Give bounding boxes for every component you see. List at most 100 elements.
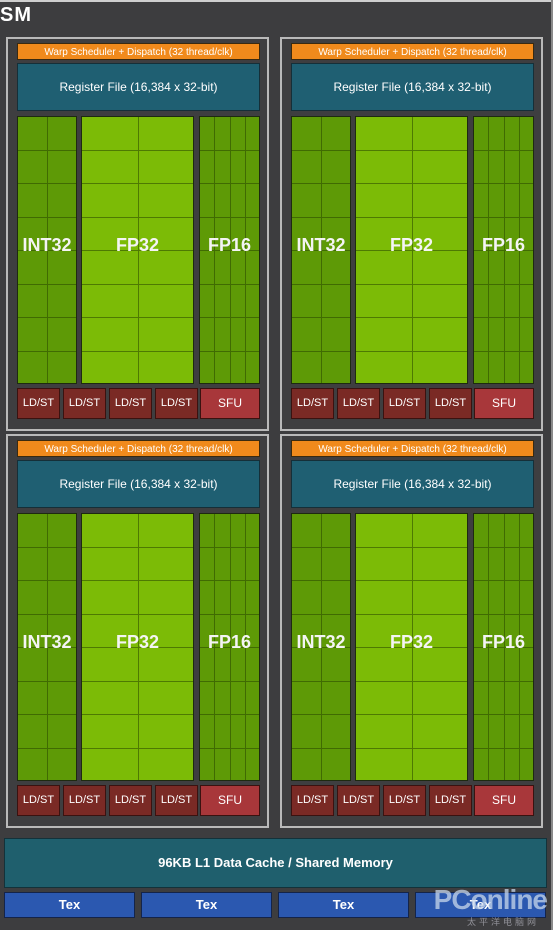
- fp16-label: FP16: [481, 632, 526, 652]
- core-cell: [215, 547, 231, 581]
- core-cell: [215, 184, 231, 218]
- core-cell: [504, 184, 520, 218]
- sfu-unit: SFU: [474, 785, 534, 816]
- int32-label: INT32: [296, 632, 346, 652]
- core-cell: [215, 150, 231, 184]
- core-cell: [215, 581, 231, 615]
- fp16-units: FP16: [473, 513, 534, 781]
- sfu-unit: SFU: [200, 388, 260, 419]
- core-cell: [356, 117, 413, 151]
- core-cell: [322, 514, 350, 548]
- core-cell: [322, 715, 350, 749]
- core-cell: [245, 285, 259, 318]
- core-cell: [82, 648, 139, 682]
- core-cell: [48, 715, 76, 749]
- core-cell: [489, 150, 505, 184]
- core-cell: [504, 117, 520, 151]
- core-cell: [505, 748, 520, 780]
- ldst-unit: LD/ST: [155, 785, 198, 816]
- core-cell: [230, 150, 246, 184]
- core-cell: [489, 581, 505, 615]
- core-cell: [246, 749, 259, 781]
- core-cell: [504, 284, 520, 318]
- core-cell: [412, 648, 467, 682]
- core-cell: [82, 581, 139, 615]
- core-cell: [48, 514, 76, 548]
- core-cell: [412, 581, 467, 615]
- core-cell: [519, 514, 533, 548]
- register-file: Register File (16,384 x 32-bit): [17, 63, 260, 111]
- core-cell: [519, 581, 533, 615]
- int32-label: INT32: [296, 235, 346, 255]
- fp32-units: FP32: [81, 116, 194, 384]
- core-cell: [48, 648, 76, 682]
- core-cell: [356, 581, 413, 615]
- core-cell: [356, 648, 413, 682]
- core-cell: [139, 352, 194, 384]
- core-cell: [519, 184, 533, 218]
- core-cell: [48, 581, 76, 615]
- core-cell: [489, 284, 505, 318]
- core-cell: [48, 184, 76, 218]
- core-cell: [138, 514, 193, 548]
- core-cell: [48, 151, 76, 184]
- core-cell: [505, 351, 520, 383]
- core-cell: [138, 117, 193, 151]
- core-cell: [504, 648, 520, 682]
- ldst-unit: LD/ST: [17, 388, 60, 419]
- core-cell: [82, 351, 139, 383]
- core-cell: [48, 285, 76, 318]
- core-cell: [230, 648, 246, 682]
- sfu-unit: SFU: [200, 785, 260, 816]
- ldst-unit: LD/ST: [291, 388, 334, 419]
- core-cell: [215, 117, 231, 151]
- ldst-unit: LD/ST: [109, 388, 152, 419]
- core-cell: [245, 117, 259, 151]
- processing-block: Warp Scheduler + Dispatch (32 thread/clk…: [6, 434, 269, 828]
- core-cell: [230, 284, 246, 318]
- core-cell: [230, 117, 246, 151]
- core-cell: [474, 251, 490, 285]
- core-cell: [489, 184, 505, 218]
- core-cell: [215, 514, 231, 548]
- core-cell: [200, 318, 216, 352]
- core-cell: [82, 150, 139, 184]
- core-cell: [230, 547, 246, 581]
- core-cell: [322, 682, 350, 715]
- core-cell: [200, 351, 216, 383]
- core-cell: [245, 581, 259, 615]
- core-cell: [292, 681, 322, 715]
- ldst-unit: LD/ST: [383, 785, 426, 816]
- core-cell: [138, 648, 193, 682]
- core-cell: [292, 318, 322, 352]
- core-cell: [519, 648, 533, 682]
- core-cell: [82, 117, 139, 151]
- fp32-label: FP32: [115, 632, 160, 652]
- core-cell: [519, 251, 533, 285]
- core-cell: [18, 681, 48, 715]
- ldst-unit: LD/ST: [383, 388, 426, 419]
- core-cell: [292, 184, 322, 218]
- core-cell: [82, 748, 139, 780]
- core-cell: [322, 581, 350, 615]
- core-cell: [200, 648, 216, 682]
- processing-block: Warp Scheduler + Dispatch (32 thread/clk…: [280, 434, 543, 828]
- core-cell: [474, 150, 490, 184]
- core-cell: [520, 749, 533, 781]
- core-cell: [231, 351, 246, 383]
- core-cell: [504, 715, 520, 749]
- core-cell: [230, 681, 246, 715]
- core-cell: [82, 547, 139, 581]
- int32-label: INT32: [22, 235, 72, 255]
- core-cell: [230, 318, 246, 352]
- core-cell: [82, 681, 139, 715]
- core-cell: [82, 715, 139, 749]
- core-cell: [489, 648, 505, 682]
- core-cell: [412, 514, 467, 548]
- core-cell: [474, 581, 490, 615]
- core-cell: [200, 150, 216, 184]
- watermark-subtitle: 太平洋电脑网: [466, 917, 539, 927]
- core-cell: [82, 251, 139, 285]
- int32-units: INT32: [17, 116, 77, 384]
- core-cell: [139, 749, 194, 781]
